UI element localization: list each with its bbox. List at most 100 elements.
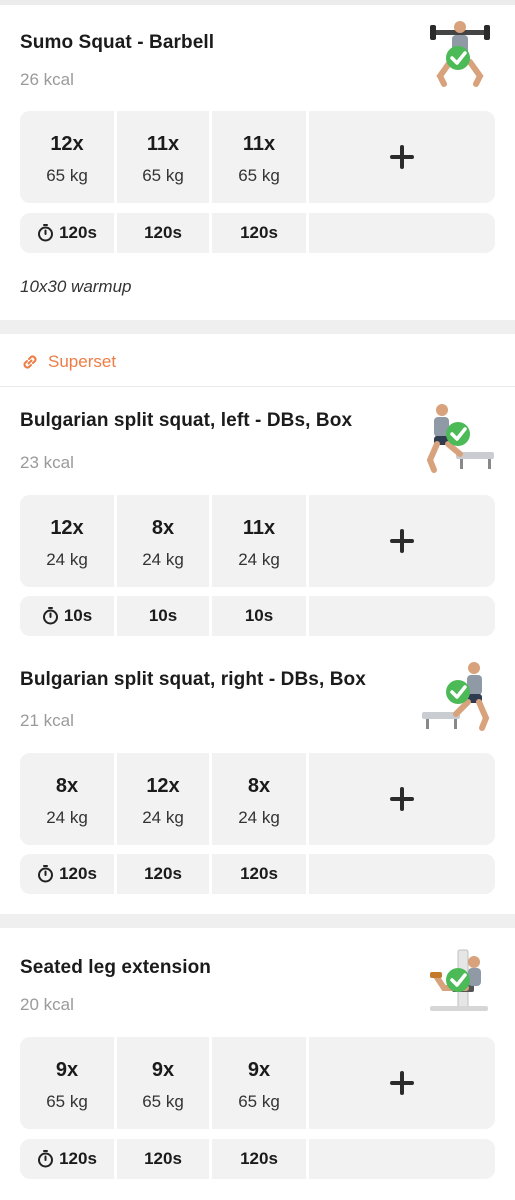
rest-cell-2[interactable]: 120s: [114, 213, 209, 253]
set-reps: 11x: [146, 133, 180, 155]
rest-cell-2[interactable]: 120s: [114, 854, 209, 894]
rest-time: 10s: [148, 606, 178, 625]
set-reps: 11x: [242, 517, 276, 539]
rest-cell-empty: [306, 1139, 495, 1179]
link-icon: [23, 355, 37, 369]
rest-time: 120s: [59, 864, 97, 883]
set-cell-3[interactable]: 8x 24 kg: [209, 753, 306, 845]
plus-icon: [390, 787, 414, 811]
set-weight: 24 kg: [142, 808, 184, 827]
exercise-title[interactable]: Sumo Squat - Barbell: [20, 32, 214, 54]
rest-time: 120s: [144, 223, 182, 242]
exercise-note[interactable]: 10x30 warmup: [20, 277, 132, 297]
exercise-kcal: 21 kcal: [20, 711, 74, 730]
exercise-title[interactable]: Bulgarian split squat, left - DBs, Box: [20, 410, 352, 432]
set-cell-1[interactable]: 12x 65 kg: [20, 111, 114, 203]
rest-cell-3[interactable]: 120s: [209, 213, 306, 253]
rest-time: 120s: [144, 864, 182, 883]
rest-time: 120s: [59, 223, 97, 242]
set-cell-2[interactable]: 8x 24 kg: [114, 495, 209, 587]
exercise-thumbnail-bulgarian-right[interactable]: [420, 660, 496, 732]
set-reps: 8x: [247, 775, 271, 797]
set-cell-2[interactable]: 9x 65 kg: [114, 1037, 209, 1129]
set-reps: 12x: [146, 775, 180, 797]
set-weight: 24 kg: [142, 550, 184, 569]
rest-cell-3[interactable]: 120s: [209, 1139, 306, 1179]
check-badge-icon: [446, 422, 470, 446]
exercise-thumbnail-bulgarian-left[interactable]: [420, 402, 496, 474]
exercise-title[interactable]: Seated leg extension: [20, 957, 211, 979]
rest-cell-3[interactable]: 10s: [209, 596, 306, 636]
add-set-button[interactable]: [306, 1037, 495, 1129]
rest-time: 120s: [144, 1149, 182, 1168]
rest-time: 120s: [59, 1149, 97, 1168]
exercise-kcal: 20 kcal: [20, 995, 74, 1014]
rest-cell-1[interactable]: 120s: [20, 854, 114, 894]
set-cell-1[interactable]: 9x 65 kg: [20, 1037, 114, 1129]
rest-cell-2[interactable]: 120s: [114, 1139, 209, 1179]
sets-row: 8x 24 kg 12x 24 kg 8x 24 kg: [20, 753, 495, 845]
exercise-card-leg-extension: Seated leg extension 20 kcal 9x 65 kg 9x…: [0, 928, 515, 1200]
set-weight: 65 kg: [238, 166, 280, 185]
timer-icon: [42, 607, 58, 625]
timer-icon: [38, 1150, 54, 1168]
add-set-button[interactable]: [306, 111, 495, 203]
set-reps: 12x: [50, 517, 84, 539]
set-reps: 9x: [151, 1059, 175, 1081]
plus-icon: [390, 1071, 414, 1095]
rest-time: 10s: [244, 606, 274, 625]
set-cell-1[interactable]: 8x 24 kg: [20, 753, 114, 845]
check-badge-icon: [446, 46, 470, 70]
set-weight: 24 kg: [238, 550, 280, 569]
plus-icon: [390, 529, 414, 553]
set-reps: 9x: [247, 1059, 271, 1081]
set-weight: 65 kg: [238, 1092, 280, 1111]
set-weight: 24 kg: [46, 808, 88, 827]
rest-cell-empty: [306, 596, 495, 636]
rest-cell-1[interactable]: 120s: [20, 213, 114, 253]
set-reps: 12x: [50, 133, 84, 155]
rest-cell-1[interactable]: 10s: [20, 596, 114, 636]
set-cell-1[interactable]: 12x 24 kg: [20, 495, 114, 587]
superset-divider: [0, 386, 515, 387]
rest-row: 120s 120s 120s: [20, 1139, 495, 1179]
exercise-kcal: 26 kcal: [20, 70, 74, 89]
set-cell-2[interactable]: 12x 24 kg: [114, 753, 209, 845]
set-cell-2[interactable]: 11x 65 kg: [114, 111, 209, 203]
timer-icon: [38, 865, 54, 883]
check-badge-icon: [446, 680, 470, 704]
set-cell-3[interactable]: 11x 24 kg: [209, 495, 306, 587]
add-set-button[interactable]: [306, 495, 495, 587]
set-reps: 8x: [151, 517, 175, 539]
rest-cell-empty: [306, 213, 495, 253]
set-weight: 65 kg: [142, 1092, 184, 1111]
exercise-kcal: 23 kcal: [20, 453, 74, 472]
superset-header[interactable]: Superset: [20, 350, 116, 374]
timer-icon: [38, 224, 54, 242]
rest-cell-3[interactable]: 120s: [209, 854, 306, 894]
rest-time: 120s: [240, 864, 278, 883]
set-cell-3[interactable]: 11x 65 kg: [209, 111, 306, 203]
sets-row: 12x 65 kg 11x 65 kg 11x 65 kg: [20, 111, 495, 203]
superset-label: Superset: [48, 352, 117, 371]
rest-row: 120s 120s 120s: [20, 854, 495, 894]
rest-time: 120s: [240, 223, 278, 242]
exercise-thumbnail-leg-extension[interactable]: [422, 946, 492, 1018]
add-set-button[interactable]: [306, 753, 495, 845]
set-weight: 24 kg: [46, 550, 88, 569]
rest-cell-1[interactable]: 120s: [20, 1139, 114, 1179]
rest-time: 10s: [63, 606, 93, 625]
set-reps: 9x: [55, 1059, 79, 1081]
check-badge-icon: [446, 968, 470, 992]
rest-row: 120s 120s 120s: [20, 213, 495, 253]
exercise-thumbnail-sumo-squat[interactable]: [428, 18, 492, 90]
set-reps: 11x: [242, 133, 276, 155]
rest-time: 120s: [240, 1149, 278, 1168]
exercise-title[interactable]: Bulgarian split squat, right - DBs, Box: [20, 669, 366, 691]
set-reps: 8x: [55, 775, 79, 797]
set-cell-3[interactable]: 9x 65 kg: [209, 1037, 306, 1129]
set-weight: 65 kg: [142, 166, 184, 185]
set-weight: 65 kg: [46, 1092, 88, 1111]
sets-row: 12x 24 kg 8x 24 kg 11x 24 kg: [20, 495, 495, 587]
rest-cell-2[interactable]: 10s: [114, 596, 209, 636]
